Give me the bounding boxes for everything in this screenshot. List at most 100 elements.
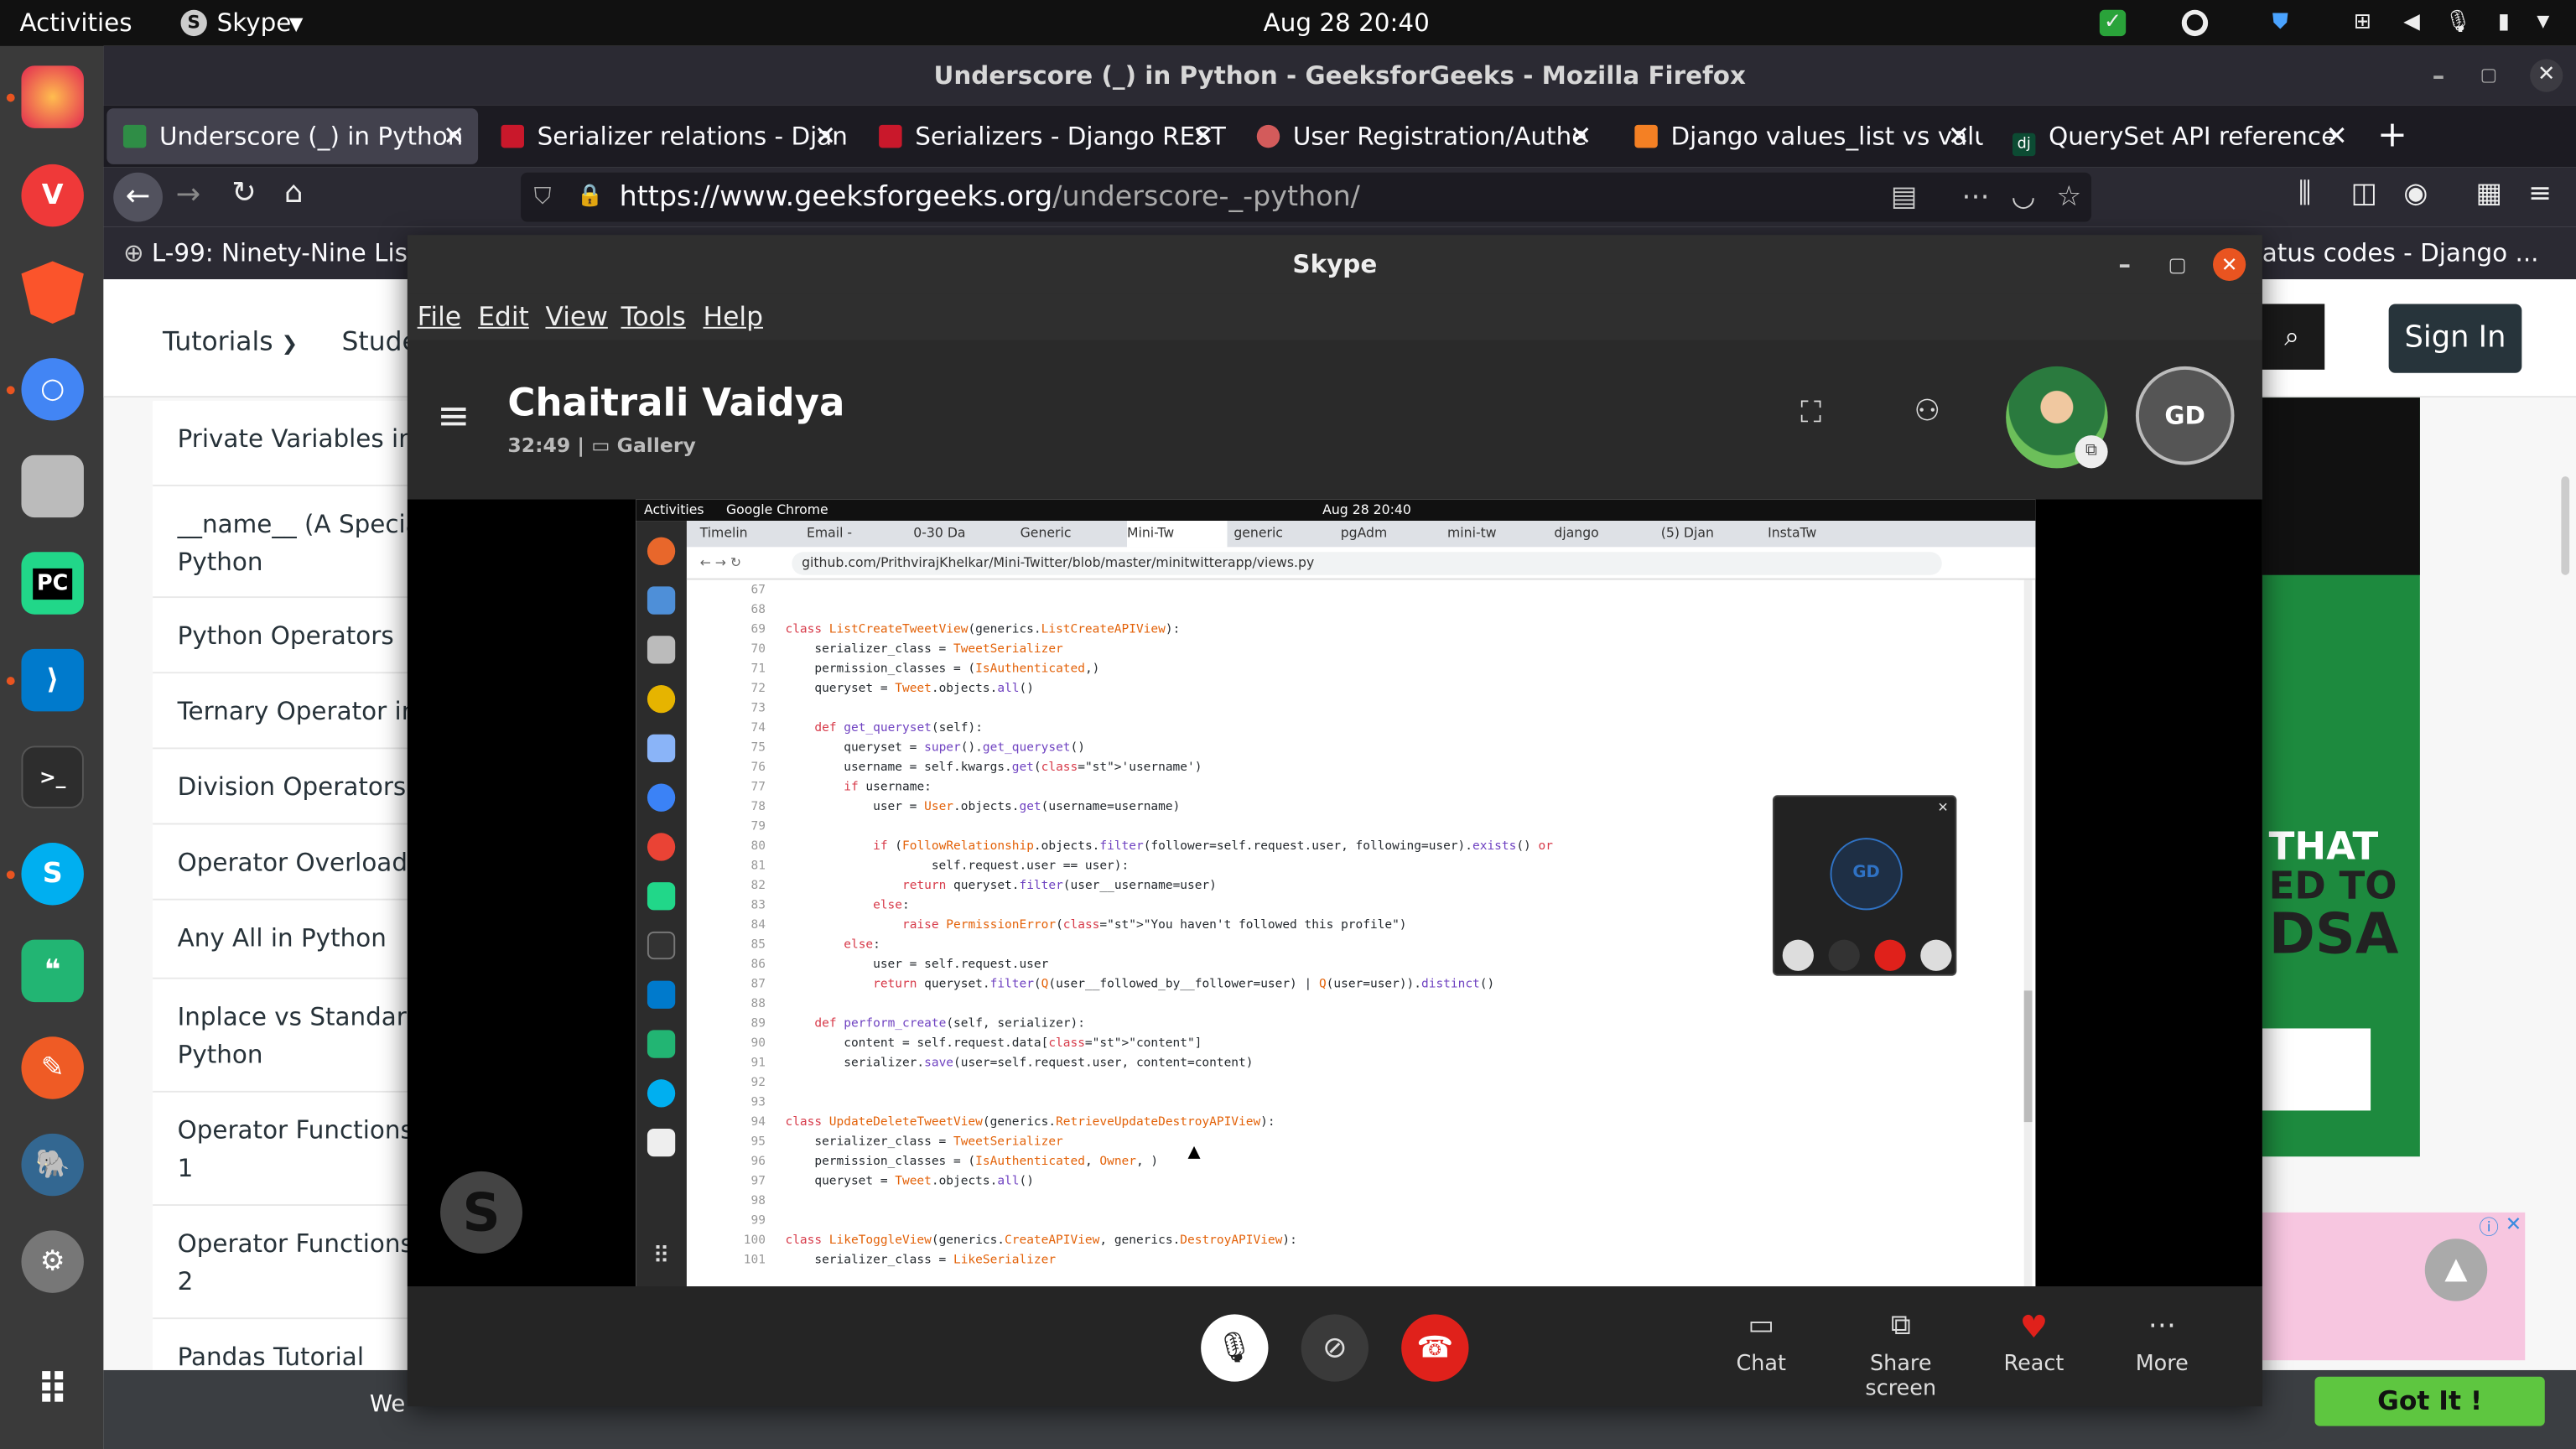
- tab-values-list[interactable]: Django values_list vs valu ✕: [1618, 108, 1983, 164]
- self-avatar[interactable]: GD: [2135, 366, 2235, 465]
- camera-button[interactable]: ⊘: [1301, 1314, 1368, 1382]
- chevron-down-icon[interactable]: ▼: [289, 13, 304, 34]
- battery-icon[interactable]: ▮: [2490, 10, 2516, 36]
- app-grid-icon[interactable]: ⠿: [21, 1360, 83, 1422]
- bookmark-status-codes[interactable]: atus codes - Django ...: [2262, 226, 2539, 279]
- close-icon[interactable]: ✕: [443, 108, 465, 164]
- sidebar-item[interactable]: Any All in Python: [153, 900, 416, 979]
- sidebar-item[interactable]: Inplace vs Standard Python: [153, 979, 416, 1093]
- tracking-shield-icon[interactable]: ⛉: [534, 173, 552, 222]
- ad-button[interactable]: [2262, 1028, 2371, 1111]
- app-menu-label[interactable]: Skype: [217, 8, 292, 38]
- react-button[interactable]: ♥ React: [1968, 1309, 2100, 1376]
- new-tab-button[interactable]: +: [2377, 108, 2427, 164]
- pocket-icon[interactable]: ◡: [2011, 173, 2035, 222]
- fullscreen-icon[interactable]: ⛶: [1800, 396, 1821, 430]
- sidebar-icon[interactable]: ◫: [2351, 178, 2377, 210]
- sidebar-item[interactable]: Division Operators in: [153, 749, 416, 825]
- menu-file[interactable]: File: [418, 301, 461, 332]
- clock[interactable]: Aug 28 20:40: [1264, 8, 1430, 38]
- sidebar-item[interactable]: Operator Functions i 1: [153, 1092, 416, 1207]
- popout-icon[interactable]: ⧉: [2075, 435, 2108, 469]
- account-icon[interactable]: ◉: [2403, 178, 2428, 210]
- sidebar-item[interactable]: __name__ (A Special Python: [153, 486, 416, 599]
- close-icon[interactable]: ✕: [1192, 108, 1214, 164]
- sidebar-item[interactable]: Operator Functions i 2: [153, 1206, 416, 1320]
- settings-icon[interactable]: ⚙: [21, 1230, 84, 1293]
- sidebar-item[interactable]: Python Operators: [153, 598, 416, 674]
- skype-icon[interactable]: S: [21, 843, 84, 906]
- contact-avatar[interactable]: ⧉: [2006, 366, 2108, 469]
- chat-button[interactable]: ▭ Chat: [1696, 1309, 1827, 1376]
- pycharm-icon[interactable]: PC: [21, 552, 84, 615]
- network-icon[interactable]: ⊞: [2350, 10, 2376, 36]
- sidebar-item[interactable]: Private Variables in P: [153, 401, 416, 486]
- files-icon[interactable]: [21, 454, 84, 518]
- menu-view[interactable]: View: [545, 301, 607, 332]
- extensions-icon[interactable]: ▦: [2475, 178, 2501, 210]
- hamburger-menu-icon[interactable]: ≡: [437, 392, 470, 439]
- sign-in-button[interactable]: Sign In: [2388, 304, 2522, 373]
- layout-label[interactable]: Gallery: [617, 434, 696, 456]
- firefox-icon[interactable]: [21, 65, 84, 128]
- more-button[interactable]: ⋯ More: [2096, 1309, 2228, 1376]
- maximize-icon[interactable]: ▢: [2168, 235, 2186, 294]
- add-participant-icon[interactable]: ⚇: [1914, 394, 1940, 428]
- sidebar-item[interactable]: Operator Overloading: [153, 824, 416, 901]
- minimize-icon[interactable]: –: [2433, 46, 2445, 106]
- bookmark-star-icon[interactable]: ☆: [2056, 173, 2081, 222]
- page-actions-icon[interactable]: ⋯: [1961, 173, 1989, 222]
- library-icon[interactable]: ⫼: [2298, 178, 2311, 210]
- postman-icon[interactable]: ✎: [21, 1036, 84, 1099]
- hangup-button[interactable]: ☎: [1401, 1314, 1469, 1382]
- home-icon[interactable]: ⌂: [284, 176, 303, 210]
- menu-tools[interactable]: Tools: [621, 301, 686, 332]
- chromium-icon[interactable]: ○: [21, 358, 84, 421]
- url-bar[interactable]: ⛉ 🔒 https://www.geeksforgeeks.org/unders…: [521, 172, 2092, 222]
- tab-user-registration[interactable]: User Registration/Authe ✕: [1240, 108, 1605, 164]
- close-icon[interactable]: ✕: [2213, 247, 2246, 282]
- extension-icon[interactable]: ●: [2181, 9, 2209, 37]
- bookmark-l99[interactable]: ⊕ L-99: Ninety-Nine Lisp: [123, 226, 423, 279]
- page-scrollbar[interactable]: [2561, 476, 2570, 575]
- ad-info-icon[interactable]: ⓘ: [2479, 1213, 2499, 1240]
- menu-help[interactable]: Help: [704, 301, 763, 332]
- close-icon[interactable]: ✕: [2325, 108, 2347, 164]
- ad-banner[interactable]: THAT ED TO DSA: [2262, 397, 2420, 1157]
- microphone-icon[interactable]: 🎙: [2444, 10, 2471, 36]
- minimize-icon[interactable]: –: [2118, 235, 2131, 294]
- system-menu-icon[interactable]: ▼: [2530, 10, 2556, 36]
- got-it-button[interactable]: Got It !: [2314, 1376, 2545, 1426]
- maximize-icon[interactable]: ▢: [2480, 46, 2497, 106]
- scroll-to-top-icon[interactable]: ▲: [2424, 1239, 2488, 1301]
- pgadmin-icon[interactable]: 🐘: [21, 1133, 84, 1197]
- shield-icon[interactable]: ⛊: [2267, 10, 2293, 36]
- hamburger-menu-icon[interactable]: ≡: [2528, 178, 2552, 210]
- activities-button[interactable]: Activities: [20, 8, 132, 38]
- tab-serializer-relations[interactable]: Serializer relations - Djan ✕: [485, 108, 849, 164]
- microphone-button[interactable]: 🎙: [1201, 1314, 1269, 1382]
- brave-icon[interactable]: [21, 261, 84, 324]
- close-icon[interactable]: ✕: [2530, 59, 2563, 92]
- lock-icon[interactable]: 🔒: [577, 173, 604, 222]
- menu-edit[interactable]: Edit: [478, 301, 529, 332]
- nav-tutorials[interactable]: Tutorials ❯: [163, 325, 298, 356]
- vscode-icon[interactable]: ⟩: [21, 648, 84, 712]
- tab-queryset-api[interactable]: dj QuerySet API reference ✕: [1996, 108, 2360, 164]
- close-icon[interactable]: ✕: [1948, 108, 1970, 164]
- forward-icon[interactable]: →: [176, 178, 201, 212]
- terminal-icon[interactable]: >_: [21, 745, 84, 808]
- ad-banner-bottom[interactable]: ⓘ ✕: [2262, 1212, 2526, 1361]
- volume-icon[interactable]: ◀: [2398, 10, 2424, 36]
- vivaldi-icon[interactable]: V: [21, 164, 84, 227]
- close-icon[interactable]: ✕: [1570, 108, 1592, 164]
- sidebar-item[interactable]: Ternary Operator in P: [153, 673, 416, 750]
- gallery-icon[interactable]: ▭: [591, 434, 610, 456]
- back-icon[interactable]: ←: [113, 172, 163, 222]
- hangouts-icon[interactable]: ❝: [21, 939, 84, 1003]
- tab-serializers[interactable]: Serializers - Django REST ✕: [863, 108, 1228, 164]
- share-screen-button[interactable]: ⧉ Share screen: [1835, 1309, 1966, 1401]
- close-icon[interactable]: ✕: [814, 108, 836, 164]
- close-icon[interactable]: ✕: [2506, 1213, 2522, 1235]
- reload-icon[interactable]: ↻: [231, 176, 257, 210]
